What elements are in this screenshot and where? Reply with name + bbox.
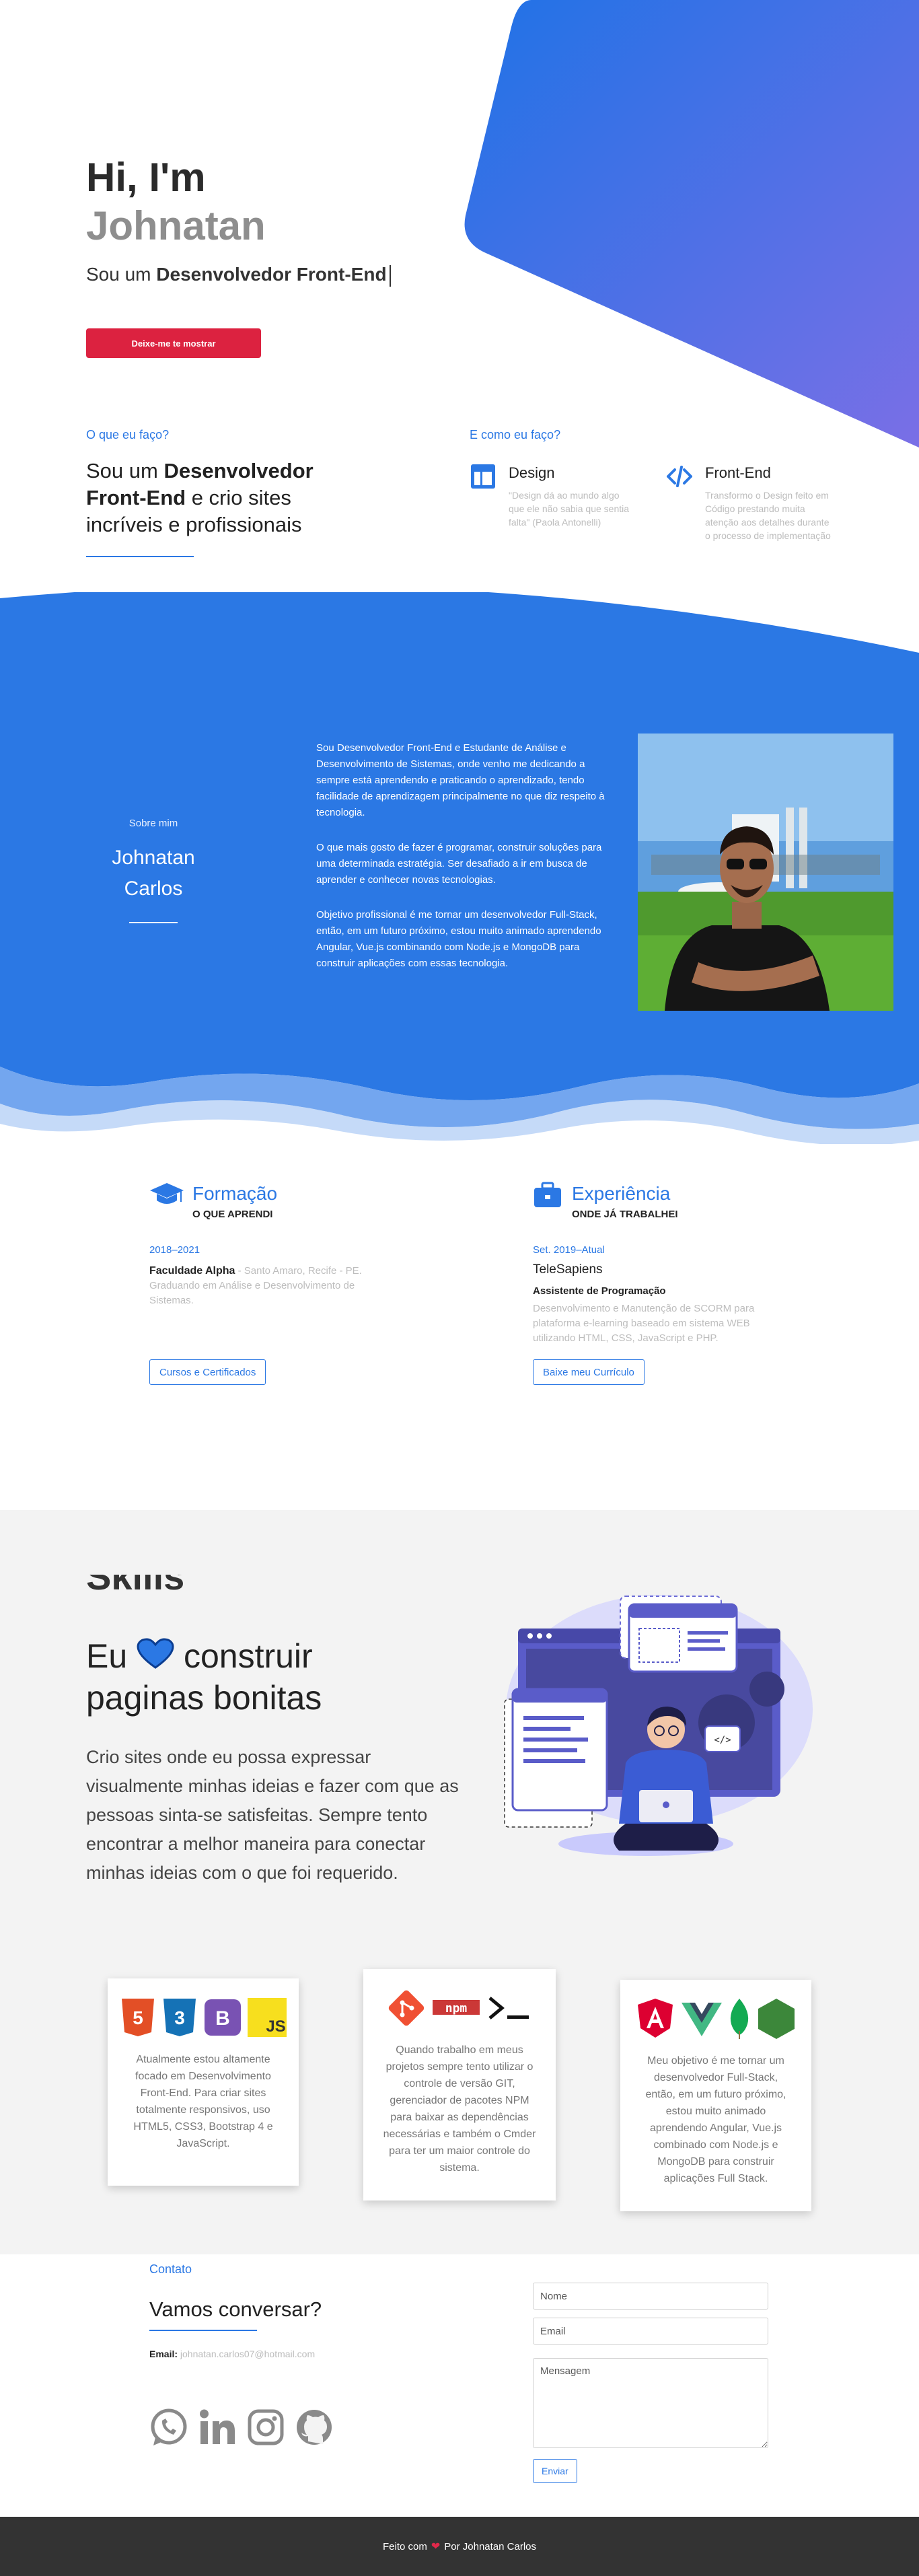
education-subtitle: O QUE APRENDI [192,1209,273,1220]
nodejs-icon [758,1999,795,2039]
svg-text:</>: </> [714,1735,731,1746]
education-date: 2018–2021 [149,1244,200,1256]
message-field[interactable] [533,2358,768,2448]
github-icon[interactable] [295,2408,334,2447]
institution-name: Faculdade Alpha [149,1265,235,1277]
email-field[interactable] [533,2318,768,2345]
about-paragraph: Objetivo profissional é me tornar um des… [316,909,601,969]
mongodb-icon [730,1999,749,2039]
hero-role-prefix: Sou um [86,264,157,285]
email-row: Email: johnatan.carlos07@hotmail.com [149,2349,315,2359]
briefcase-icon [534,1182,561,1207]
hero-role: Sou um Desenvolvedor Front-End [86,264,391,287]
vue-icon [682,2003,722,2036]
whatsapp-icon[interactable] [149,2408,188,2447]
skill-card-text: Quando trabalho em meus projetos sempre … [383,2044,536,2174]
education-title: Formação [192,1183,278,1204]
how-item-desc: "Design dá ao mundo algo que ele não sab… [509,490,630,528]
profile-photo [638,734,893,1011]
terminal-icon [488,1997,529,2019]
svg-text:B: B [215,2007,230,2030]
education-header: Formação O QUE APRENDI [149,1182,351,1229]
footer-suffix: Por Johnatan Carlos [444,2540,536,2552]
hero-role-bold: Desenvolvedor Front-End [156,264,387,285]
linkedin-icon[interactable] [198,2408,237,2447]
job-position: Assistente de Programação [533,1285,666,1297]
git-icon [388,1990,425,2026]
experience-date: Set. 2019–Atual [533,1244,605,1256]
experience-header: Experiência ONDE JÁ TRABALHEI [533,1182,735,1229]
divider [149,2330,257,2331]
developer-illustration: </> [504,1595,813,1856]
svg-text:JS: JS [266,2017,285,2036]
education-entry: Faculdade Alpha - Santo Amaro, Recife - … [149,1264,378,1308]
heart-icon [137,1638,174,1669]
what-title: Sou um Desenvolvedor Front-End e crio si… [86,458,369,538]
skills-heading-text: Skills [86,1575,185,1598]
skill-card-text: Meu objetivo é me tornar um desenvolvedo… [645,2055,786,2184]
love-suffix: construir [174,1637,313,1675]
what-label: O que eu faço? [86,428,170,441]
code-icon [667,466,692,487]
footer: Feito com ❤ Por Johnatan Carlos [0,2517,919,2576]
angular-icon [638,1999,673,2038]
love-prefix: Eu [86,1637,137,1675]
typing-caret [389,264,391,287]
love-line2: paginas bonitas [86,1679,322,1717]
about-paragraph: Sou Desenvolvedor Front-End e Estudante … [316,742,605,818]
skills-text: Crio sites onde eu possa expressar visua… [86,1747,459,1883]
name-field[interactable] [533,2283,768,2310]
layout-icon [471,464,495,489]
how-item-title: Front-End [705,464,771,481]
how-item-desc: Transformo o Design feito em Código pres… [705,490,831,541]
social-links [149,2408,334,2447]
download-cv-button[interactable]: Baixe meu Currículo [533,1359,645,1385]
love-title: Eu construir paginas bonitas [86,1635,322,1719]
show-me-button[interactable]: Deixe-me te mostrar [86,328,261,358]
skill-card-fullstack: Meu objetivo é me tornar um desenvolvedo… [620,1980,811,2211]
about-text: Sou Desenvolvedor Front-End e Estudante … [316,740,605,991]
skill-card-frontend: 5 3 B JS Atualmente estou altamente foca… [108,1978,299,2186]
email-label: Email: [149,2349,178,2359]
experience-subtitle: ONDE JÁ TRABALHEI [572,1209,678,1220]
about-paragraph: O que mais gosto de fazer é programar, c… [316,842,602,886]
skill-card-text: Atualmente estou altamente focado em Des… [133,2054,273,2149]
graduation-cap-icon [150,1183,184,1204]
experience-title: Experiência [572,1183,671,1204]
instagram-icon[interactable] [246,2408,285,2447]
email-value: johnatan.carlos07@hotmail.com [178,2349,316,2359]
javascript-icon: JS [248,1998,287,2037]
submit-button[interactable]: Enviar [533,2459,577,2483]
svg-text:5: 5 [133,2007,143,2028]
html5-icon: 5 [122,1999,154,2036]
skill-card-tools: npm Quando trabalho em meus projetos sem… [363,1969,556,2201]
hero-name: Johnatan [86,203,266,248]
courses-button[interactable]: Cursos e Certificados [149,1359,266,1385]
how-item-title: Design [509,464,555,481]
job-detail: Desenvolvimento e Manutenção de SCORM pa… [533,1303,755,1344]
company-name: TeleSapiens [533,1262,603,1277]
contact-title: Vamos conversar? [149,2297,322,2321]
css3-icon: 3 [163,1999,196,2036]
divider [129,922,178,923]
about-name: Johnatan Carlos [112,847,195,900]
heart-icon: ❤ [431,2541,441,2552]
skills-heading: Skills [86,1575,261,1604]
divider [86,556,194,557]
bootstrap-icon: B [205,1999,241,2036]
what-title-prefix: Sou um [86,459,164,482]
hero-greeting: Hi, I'm [86,155,206,200]
svg-text:3: 3 [174,2007,185,2028]
how-label: E como eu faço? [470,428,561,441]
npm-icon: npm [433,2000,480,2015]
svg-text:npm: npm [445,2001,468,2015]
footer-prefix: Feito com [382,2540,427,2552]
contact-label: Contato [149,2262,192,2276]
about-label: Sobre mim [128,818,178,829]
